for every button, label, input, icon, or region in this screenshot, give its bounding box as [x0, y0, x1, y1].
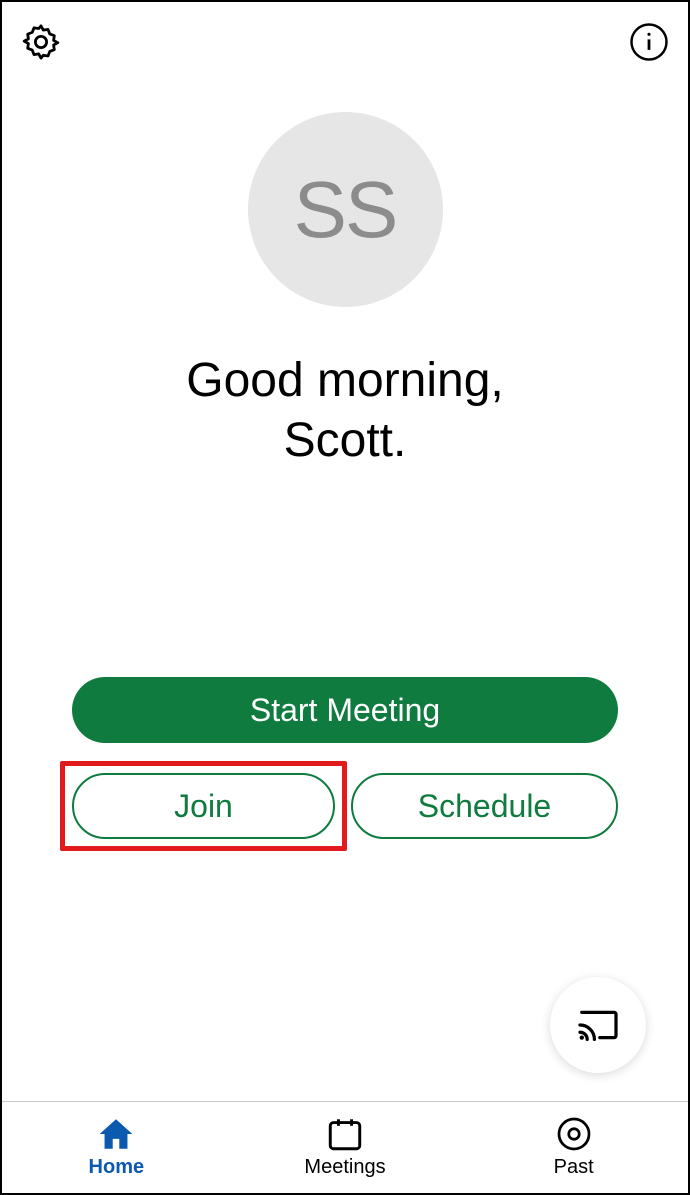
join-highlight: Join — [60, 761, 347, 851]
home-icon — [96, 1116, 136, 1152]
avatar-initials: SS — [294, 164, 397, 256]
settings-button[interactable] — [20, 21, 62, 63]
avatar[interactable]: SS — [248, 112, 443, 307]
tab-home-label: Home — [89, 1156, 145, 1179]
secondary-actions-row: Join Schedule — [72, 773, 618, 839]
calendar-icon — [325, 1116, 365, 1152]
start-meeting-button[interactable]: Start Meeting — [72, 677, 618, 743]
gear-icon — [20, 21, 62, 63]
greeting-line2: Scott. — [186, 411, 504, 471]
past-icon — [556, 1116, 592, 1152]
info-icon — [628, 21, 670, 63]
cast-button[interactable] — [550, 977, 646, 1073]
tab-home[interactable]: Home — [2, 1102, 231, 1193]
tab-bar: Home Meetings Past — [2, 1101, 688, 1193]
join-button[interactable]: Join — [72, 773, 335, 839]
greeting-text: Good morning, Scott. — [186, 351, 504, 471]
tab-past[interactable]: Past — [459, 1102, 688, 1193]
info-button[interactable] — [628, 21, 670, 63]
schedule-button[interactable]: Schedule — [351, 773, 618, 839]
main-content: SS Good morning, Scott. Start Meeting Jo… — [2, 82, 688, 1101]
tab-meetings[interactable]: Meetings — [231, 1102, 460, 1193]
cast-icon — [576, 1007, 620, 1043]
action-buttons: Start Meeting Join Schedule — [2, 677, 688, 839]
greeting-line1: Good morning, — [186, 351, 504, 411]
tab-past-label: Past — [554, 1156, 594, 1179]
tab-meetings-label: Meetings — [304, 1156, 385, 1179]
header — [2, 2, 688, 82]
